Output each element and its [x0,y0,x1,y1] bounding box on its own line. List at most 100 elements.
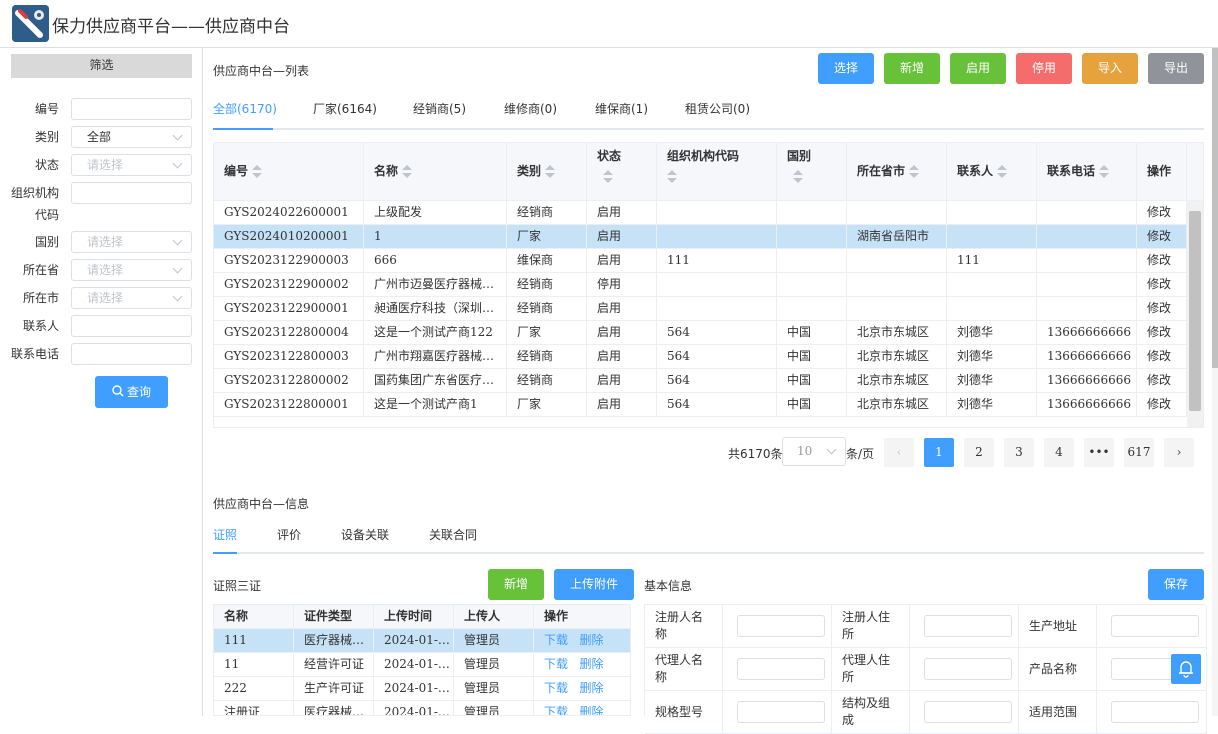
query-button[interactable]: 查询 [95,376,168,408]
filter-row-status: 状态 请选择 [0,154,203,178]
prev-page-button[interactable]: ‹ [884,438,914,467]
edit-link[interactable]: 修改 [1137,369,1187,393]
cert-row[interactable]: 222 生产许可证 2024-01-02 管理员 下载 删除 [214,677,630,701]
tab-device-link[interactable]: 设备关联 [341,526,389,543]
download-link[interactable]: 下载 [544,657,568,671]
basic-field-input[interactable] [737,615,825,637]
table-row[interactable]: GYS2023122800003广州市翔嘉医疗器械有限公司经销商启用564中国北… [214,345,1187,369]
page-size-select[interactable]: 10 [782,437,846,466]
tab-license[interactable]: 证照 [213,526,237,543]
page-4-button[interactable]: 4 [1044,438,1074,467]
cert-col-upload-time: 上传时间 [374,605,454,629]
next-page-button[interactable]: › [1164,438,1194,467]
page-3-button[interactable]: 3 [1004,438,1034,467]
edit-link[interactable]: 修改 [1137,225,1187,249]
select-button[interactable]: 选择 [818,53,874,84]
tab-distributor[interactable]: 经销商(5) [413,100,466,117]
table-row[interactable]: GYS2024022600001 上级配发 经销商 启用 修改 [214,201,1187,225]
edit-link[interactable]: 修改 [1137,393,1187,417]
basic-field-input[interactable] [924,658,1012,680]
tab-contract-link[interactable]: 关联合同 [429,526,477,543]
phone-input[interactable] [71,343,192,365]
edit-link[interactable]: 修改 [1137,321,1187,345]
cell-contact: 111 [947,249,1037,273]
cert-row[interactable]: 11 经营许可证 2024-01-02 管理员 下载 删除 [214,653,630,677]
page-1-button[interactable]: 1 [924,438,954,467]
basic-field-input[interactable] [924,615,1012,637]
export-button[interactable]: 导出 [1148,53,1204,84]
page-617-button[interactable]: 617 [1124,438,1154,467]
enable-button[interactable]: 启用 [950,53,1006,84]
code-input[interactable] [71,98,192,120]
download-link[interactable]: 下载 [544,633,568,647]
cert-cell-type: 医疗器械经营许可证 [294,629,374,653]
table-scrollbar[interactable] [1187,201,1203,427]
delete-link[interactable]: 删除 [579,657,603,671]
add-button[interactable]: 新增 [884,53,940,84]
basic-field-input[interactable] [737,701,825,723]
basic-field-input[interactable] [1111,615,1199,637]
main-panel: 供应商中台—列表 选择 新增 启用 停用 导入 导出 全部(6170) 厂家(6… [204,48,1218,734]
category-select[interactable]: 全部 [71,126,192,148]
upload-attachment-button[interactable]: 上传附件 [554,569,634,600]
country-select[interactable]: 请选择 [71,231,192,253]
cell-name: 昶通医疗科技（深圳）有限公司 [364,297,507,321]
notification-button[interactable] [1171,654,1201,684]
delete-link[interactable]: 删除 [579,705,603,715]
disable-button[interactable]: 停用 [1016,53,1072,84]
city-select[interactable]: 请选择 [71,287,192,309]
filter-label-category: 类别 [34,130,59,144]
cell-phone [1037,273,1137,297]
cert-row[interactable]: 注册证医疗器械注册证2024-01-02管理员下载 删除 [214,701,630,715]
edit-link[interactable]: 修改 [1137,273,1187,297]
page-scrollbar-thumb[interactable] [1212,48,1218,368]
cert-title: 证照三证 [213,579,262,593]
basic-field-cell [910,605,1019,648]
table-row[interactable]: GYS2023122900003 666 维保商 启用 111 111 修改 [214,249,1187,273]
download-link[interactable]: 下载 [544,705,568,715]
cert-add-button[interactable]: 新增 [488,569,544,600]
tab-repairer[interactable]: 维修商(0) [504,100,557,117]
table-row[interactable]: GYS2023122800002国药集团广东省医疗器械有限公司经销商启用564中… [214,369,1187,393]
page-2-button[interactable]: 2 [964,438,994,467]
cert-row[interactable]: 111医疗器械经营许可证2024-01-02管理员下载 删除 [214,629,630,653]
city-select-placeholder: 请选择 [87,291,124,305]
import-button[interactable]: 导入 [1082,53,1138,84]
basic-field-input[interactable] [1111,701,1199,723]
status-select[interactable]: 请选择 [71,154,192,176]
page-scrollbar[interactable] [1212,48,1218,716]
edit-link[interactable]: 修改 [1137,297,1187,321]
org-code-input[interactable] [71,182,192,204]
tab-manufacturer[interactable]: 厂家(6164) [313,100,377,117]
cell-name: 这是一个测试产商1 [364,393,507,417]
edit-link[interactable]: 修改 [1137,345,1187,369]
table-scrollbar-thumb[interactable] [1189,211,1201,411]
tab-leasing[interactable]: 租赁公司(0) [685,100,750,117]
cert-cell-type: 生产许可证 [294,677,374,701]
basic-field-input[interactable] [737,658,825,680]
table-row[interactable]: GYS2023122800001 这是一个测试产商1 厂家 启用 564 中国 北京市东城区… [214,393,1187,417]
page-ellipsis-button[interactable]: ••• [1084,438,1114,467]
cell-country [777,249,847,273]
cert-cell-time: 2024-01-02 [374,677,454,701]
save-button[interactable]: 保存 [1148,569,1204,600]
table-row[interactable]: GYS2023122900002广州市迈曼医疗器械有限公司经销商停用 修改 [214,273,1187,297]
province-select[interactable]: 请选择 [71,259,192,281]
download-link[interactable]: 下载 [544,681,568,695]
cell-country: 中国 [777,321,847,345]
contact-input[interactable] [71,315,192,337]
tab-review[interactable]: 评价 [277,526,301,543]
tab-maintainer[interactable]: 维保商(1) [595,100,648,117]
delete-link[interactable]: 删除 [579,681,603,695]
table-row[interactable]: GYS2024010200001 1 厂家 启用 湖南省岳阳市 修改 [214,225,1187,249]
edit-link[interactable]: 修改 [1137,249,1187,273]
table-row[interactable]: GYS2023122900001昶通医疗科技（深圳）有限公司经销商启用 修改 [214,297,1187,321]
table-row[interactable]: GYS2023122800004 这是一个测试产商122 厂家 启用 564 中国 北京市东… [214,321,1187,345]
tab-all[interactable]: 全部(6170) [213,100,277,117]
basic-field-input[interactable] [924,701,1012,723]
cell-location: 北京市东城区 [847,345,947,369]
basic-field-cell [1097,691,1207,734]
edit-link[interactable]: 修改 [1137,201,1187,225]
delete-link[interactable]: 删除 [579,633,603,647]
table-row[interactable] [214,177,1187,201]
